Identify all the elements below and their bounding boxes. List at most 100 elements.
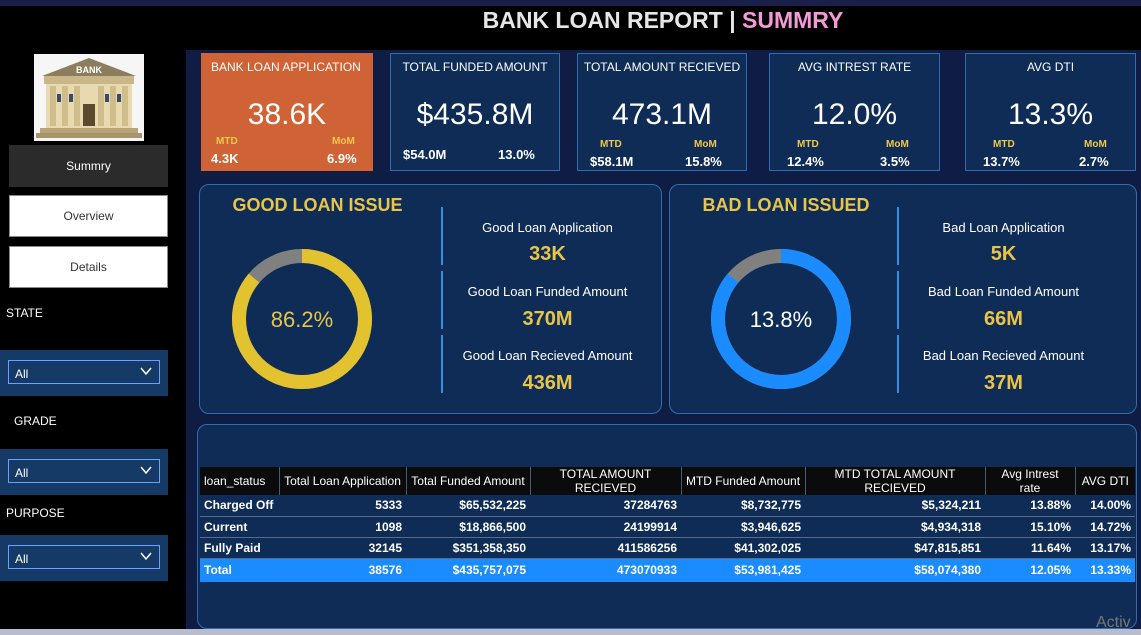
- kpi-value: 13.3%: [1007, 98, 1094, 131]
- kpi-mtd-label: MTD: [216, 136, 238, 147]
- table-cell: $41,302,025: [681, 537, 805, 559]
- table-cell: Total: [200, 558, 279, 582]
- kpi-value: 38.6K: [247, 98, 327, 131]
- column-header[interactable]: MTD Funded Amount: [681, 467, 806, 495]
- kpi-card-funded: TOTAL FUNDED AMOUNT $435.8M $54.0M 13.0%: [390, 53, 560, 171]
- nav-summry-button[interactable]: Summry: [9, 145, 168, 187]
- kpi-mom-value: 6.9%: [327, 151, 357, 166]
- table-cell: 1098: [279, 516, 406, 538]
- kpi-mom-value: 2.7%: [1079, 154, 1109, 169]
- chevron-down-icon: [140, 367, 152, 376]
- table-cell: 411586256: [530, 537, 681, 559]
- purpose-dropdown[interactable]: All: [8, 545, 160, 569]
- state-filter: All: [0, 350, 168, 396]
- grade-filter-label: GRADE: [14, 414, 57, 428]
- table-cell: $53,981,425: [681, 558, 805, 582]
- good-loan-donut: 86.2%: [232, 249, 372, 389]
- good-loan-title: GOOD LOAN ISSUE: [232, 195, 403, 215]
- table-cell: 14.00%: [1075, 495, 1135, 517]
- nav-details-button[interactable]: Details: [9, 246, 168, 288]
- summary-table: loan_status Total Loan Application Total…: [200, 467, 1135, 582]
- table-cell: Fully Paid: [200, 537, 279, 559]
- table-header-row: loan_status Total Loan Application Total…: [200, 467, 1135, 495]
- table-cell: 473070933: [530, 558, 681, 582]
- table-cell: 13.17%: [1075, 537, 1135, 559]
- kpi-mom-label: MoM: [886, 139, 909, 150]
- table-cell: Current: [200, 516, 279, 538]
- dashboard: BANK LOAN REPORT | SUMMRY BANK Summry Ov…: [0, 0, 1141, 635]
- kpi-card-applications: BANK LOAN APPLICATION 38.6K MTD 4.3K MoM…: [201, 53, 373, 171]
- table-cell: $351,358,350: [406, 537, 530, 559]
- table-cell: Charged Off: [200, 495, 279, 517]
- bad-loan-title: BAD LOAN ISSUED: [702, 195, 870, 215]
- purpose-filter-label: PURPOSE: [6, 506, 65, 520]
- table-cell: $58,074,380: [805, 558, 985, 582]
- metric-label: Good Loan Funded Amount: [467, 284, 628, 299]
- kpi-mom-value: 15.8%: [685, 154, 722, 169]
- kpi-label: AVG DTI: [1026, 60, 1075, 74]
- metric-value: 370M: [522, 308, 573, 330]
- table-row: Charged Off 5333 $65,532,225 37284763 $8…: [200, 495, 1135, 517]
- kpi-mtd-value: 13.7%: [983, 154, 1020, 169]
- kpi-mom-label: MoM: [332, 136, 355, 147]
- table-cell: $18,866,500: [406, 516, 530, 538]
- nav-overview-button[interactable]: Overview: [9, 195, 168, 237]
- page-title: BANK LOAN REPORT | SUMMRY: [482, 7, 844, 33]
- metric-label: Bad Loan Funded Amount: [927, 284, 1080, 299]
- column-header[interactable]: AVG DTI: [1075, 467, 1135, 495]
- table-cell: $3,946,625: [681, 516, 805, 538]
- metric-value: 37M: [984, 372, 1023, 394]
- state-dropdown[interactable]: All: [8, 360, 160, 384]
- table-cell: $5,324,211: [805, 495, 985, 517]
- table-cell: 5333: [279, 495, 406, 517]
- column-header[interactable]: Avg Intrest rate: [985, 467, 1076, 495]
- chevron-down-icon: [140, 466, 152, 475]
- bad-loan-panel: BAD LOAN ISSUED 13.8% Bad Loan Applicati…: [669, 184, 1137, 414]
- kpi-mtd-label: MTD: [600, 139, 622, 150]
- state-filter-label: STATE: [6, 306, 43, 320]
- grade-dropdown-value: All: [15, 466, 29, 480]
- table-cell: 32145: [279, 537, 406, 559]
- column-header[interactable]: TOTAL AMOUNT RECIEVED: [530, 467, 682, 495]
- bad-loan-percent: 13.8%: [750, 307, 812, 332]
- grade-dropdown[interactable]: All: [8, 459, 160, 483]
- kpi-mtd-label: MTD: [993, 139, 1015, 150]
- column-header[interactable]: Total Funded Amount: [406, 467, 531, 495]
- sidebar: BANK Summry Overview Details STATE All G…: [0, 44, 178, 629]
- table-cell: $65,532,225: [406, 495, 530, 517]
- purpose-filter: All: [0, 535, 168, 581]
- kpi-card-interest: AVG INTREST RATE 12.0% MTD 12.4% MoM 3.5…: [769, 53, 940, 171]
- metric-value: 33K: [529, 243, 566, 265]
- kpi-label: TOTAL FUNDED AMOUNT: [402, 60, 548, 74]
- kpi-mom-value: 3.5%: [880, 154, 910, 169]
- column-header[interactable]: MTD TOTAL AMOUNT RECIEVED: [805, 467, 986, 495]
- kpi-mtd-value: $54.0M: [403, 147, 447, 162]
- state-dropdown-value: All: [15, 367, 29, 381]
- grade-filter: All: [0, 449, 168, 495]
- svg-text:BANK: BANK: [76, 65, 102, 75]
- kpi-label: AVG INTREST RATE: [797, 60, 912, 74]
- bad-loan-donut: 13.8%: [711, 249, 851, 389]
- table-cell: 38576: [279, 558, 406, 582]
- column-header[interactable]: loan_status: [200, 467, 280, 495]
- table-cell: $47,815,851: [805, 537, 985, 559]
- good-loan-panel: GOOD LOAN ISSUE 86.2% Good Loan Applicat…: [199, 184, 662, 414]
- metric-label: Bad Loan Application: [942, 220, 1065, 235]
- table-cell: 14.72%: [1075, 516, 1135, 538]
- metric-value: 436M: [522, 372, 573, 394]
- kpi-card-received: TOTAL AMOUNT RECIEVED 473.1M MTD $58.1M …: [577, 53, 747, 171]
- bottom-border: [0, 629, 1141, 635]
- kpi-mtd-value: 4.3K: [211, 151, 239, 166]
- table-row: Current 1098 $18,866,500 24199914 $3,946…: [200, 516, 1135, 538]
- table-cell: $4,934,318: [805, 516, 985, 538]
- metric-label: Bad Loan Recieved Amount: [922, 348, 1085, 363]
- column-header[interactable]: Total Loan Application: [279, 467, 407, 495]
- good-loan-percent: 86.2%: [271, 307, 333, 332]
- table-cell: 12.05%: [985, 558, 1075, 582]
- kpi-mtd-value: 12.4%: [787, 154, 824, 169]
- table-cell: 11.64%: [985, 537, 1075, 559]
- kpi-mtd-value: $58.1M: [590, 154, 634, 169]
- table-row: Fully Paid 32145 $351,358,350 411586256 …: [200, 537, 1135, 559]
- chevron-down-icon: [140, 552, 152, 561]
- purpose-dropdown-value: All: [15, 552, 29, 566]
